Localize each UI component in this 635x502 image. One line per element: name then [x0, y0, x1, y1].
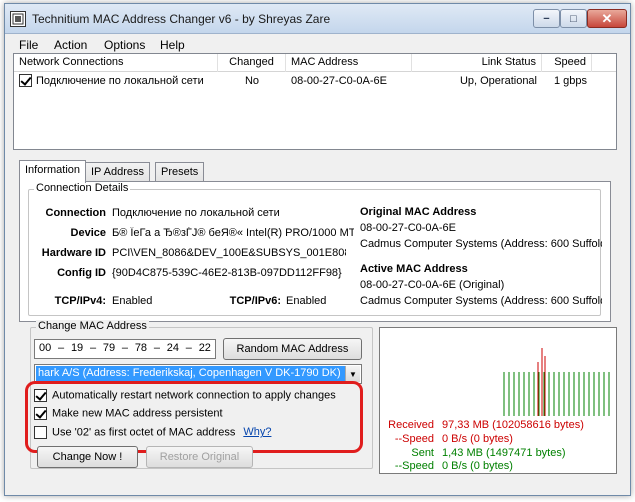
- config-id-value: {90D4C875-539C-46E2-813B-097DD112FF98}: [112, 267, 342, 279]
- maximize-button[interactable]: □: [560, 9, 587, 28]
- tcp-ipv6-value: Enabled: [286, 295, 327, 307]
- connection-label: Connection: [45, 207, 107, 219]
- octet-6[interactable]: 22: [199, 342, 211, 356]
- rx-speed-label: --Speed: [394, 433, 434, 445]
- mac-address-input[interactable]: 00– 19– 79– 78– 24– 22: [34, 339, 216, 359]
- rx-speed-value: 0 B/s (0 bytes): [442, 433, 513, 445]
- menu-options[interactable]: Options: [104, 38, 145, 52]
- information-panel: Connection Details Connection Подключени…: [19, 181, 611, 322]
- tcp-ipv4-value: Enabled: [112, 295, 153, 307]
- menu-action[interactable]: Action: [54, 38, 87, 52]
- octet-5[interactable]: 24: [167, 342, 179, 356]
- column-network-connections[interactable]: Network Connections: [14, 54, 218, 72]
- active-mac-vendor: Cadmus Computer Systems (Address: 600 Su…: [360, 295, 602, 307]
- traffic-graph-canvas: [503, 348, 610, 416]
- config-id-label: Config ID: [57, 267, 106, 279]
- connection-changed: No: [244, 75, 260, 87]
- tcp-ipv6-label: TCP/IPv6:: [229, 295, 281, 307]
- column-mac-address[interactable]: MAC Address: [286, 54, 412, 72]
- tx-speed-value: 0 B/s (0 bytes): [442, 460, 513, 472]
- octet-2[interactable]: 19: [71, 342, 83, 356]
- active-mac-title: Active MAC Address: [360, 263, 468, 275]
- table-row[interactable]: Подключение по локальной сети No 08-00-2…: [14, 74, 616, 90]
- list-header: Network Connections Changed MAC Address …: [14, 54, 616, 72]
- tx-speed-label: --Speed: [394, 460, 434, 472]
- minimize-button[interactable]: −: [533, 9, 560, 28]
- connection-mac: 08-00-27-C0-0A-6E: [291, 75, 387, 87]
- octet-1[interactable]: 00: [39, 342, 51, 356]
- octet-3[interactable]: 79: [103, 342, 115, 356]
- highlight-annotation: [25, 381, 363, 453]
- tcp-ipv4-label: TCP/IPv4:: [54, 295, 106, 307]
- column-link-status[interactable]: Link Status: [412, 54, 542, 72]
- dropdown-arrow-icon[interactable]: ▼: [345, 366, 360, 382]
- traffic-stats: Received 97,33 MB (102058616 bytes) --Sp…: [379, 416, 617, 474]
- sent-value: 1,43 MB (1497471 bytes): [442, 447, 566, 459]
- vendor-selected-value: hark A/S (Address: Frederikskaj, Copenha…: [36, 366, 345, 382]
- change-now-label: Change Now !: [52, 451, 123, 463]
- random-mac-button[interactable]: Random MAC Address: [223, 338, 362, 360]
- window-title: Technitium MAC Address Changer v6 - by S…: [32, 12, 331, 26]
- traffic-graph: [379, 327, 617, 417]
- connection-details-title: Connection Details: [34, 182, 131, 194]
- connection-value: Подключение по локальной сети: [112, 207, 280, 219]
- close-icon: ✕: [601, 10, 613, 26]
- menu-file[interactable]: File: [19, 38, 38, 52]
- maximize-icon: □: [570, 12, 577, 25]
- octet-4[interactable]: 78: [135, 342, 147, 356]
- tab-ip-address[interactable]: IP Address: [85, 162, 150, 182]
- change-now-button[interactable]: Change Now !: [37, 446, 138, 468]
- minimize-icon: −: [543, 12, 550, 25]
- received-label: Received: [388, 419, 434, 431]
- app-icon: [10, 11, 26, 27]
- random-mac-label: Random MAC Address: [236, 343, 349, 355]
- connection-link-status: Up, Operational: [459, 75, 537, 87]
- close-button[interactable]: ✕: [587, 9, 627, 28]
- column-changed[interactable]: Changed: [218, 54, 286, 72]
- original-mac-vendor: Cadmus Computer Systems (Address: 600 Su…: [360, 238, 602, 250]
- connection-speed: 1 gbps: [553, 75, 587, 87]
- device-label: Device: [70, 227, 106, 239]
- tab-presets[interactable]: Presets: [155, 162, 205, 182]
- connection-name: Подключение по локальной сети: [36, 75, 204, 87]
- hardware-id-value: PCI\VEN_8086&DEV_100E&SUBSYS_001E8086: [112, 247, 346, 259]
- title-bar[interactable]: Technitium MAC Address Changer v6 - by S…: [5, 4, 630, 34]
- connections-list[interactable]: Network Connections Changed MAC Address …: [13, 53, 617, 150]
- change-mac-title: Change MAC Address: [36, 320, 149, 332]
- column-speed[interactable]: Speed: [542, 54, 592, 72]
- row-checkbox[interactable]: [19, 74, 32, 87]
- original-mac-value: 08-00-27-C0-0A-6E: [360, 222, 456, 234]
- checkbox-checked-icon: [19, 74, 32, 87]
- sent-label: Sent: [411, 447, 434, 459]
- tab-information[interactable]: Information: [19, 160, 87, 183]
- device-value: Ƃ® ЇеГа а Ђ®зЃЈ® беЯ®« Intel(R) PRO/1000…: [112, 227, 354, 239]
- original-mac-title: Original MAC Address: [360, 206, 477, 218]
- active-mac-value: 08-00-27-C0-0A-6E (Original): [360, 279, 505, 291]
- restore-original-button: Restore Original: [146, 446, 253, 468]
- received-value: 97,33 MB (102058616 bytes): [442, 419, 584, 431]
- menu-bar: File Action Options Help: [5, 35, 630, 55]
- menu-help[interactable]: Help: [160, 38, 185, 52]
- hardware-id-label: Hardware ID: [41, 247, 106, 259]
- restore-original-label: Restore Original: [159, 451, 240, 463]
